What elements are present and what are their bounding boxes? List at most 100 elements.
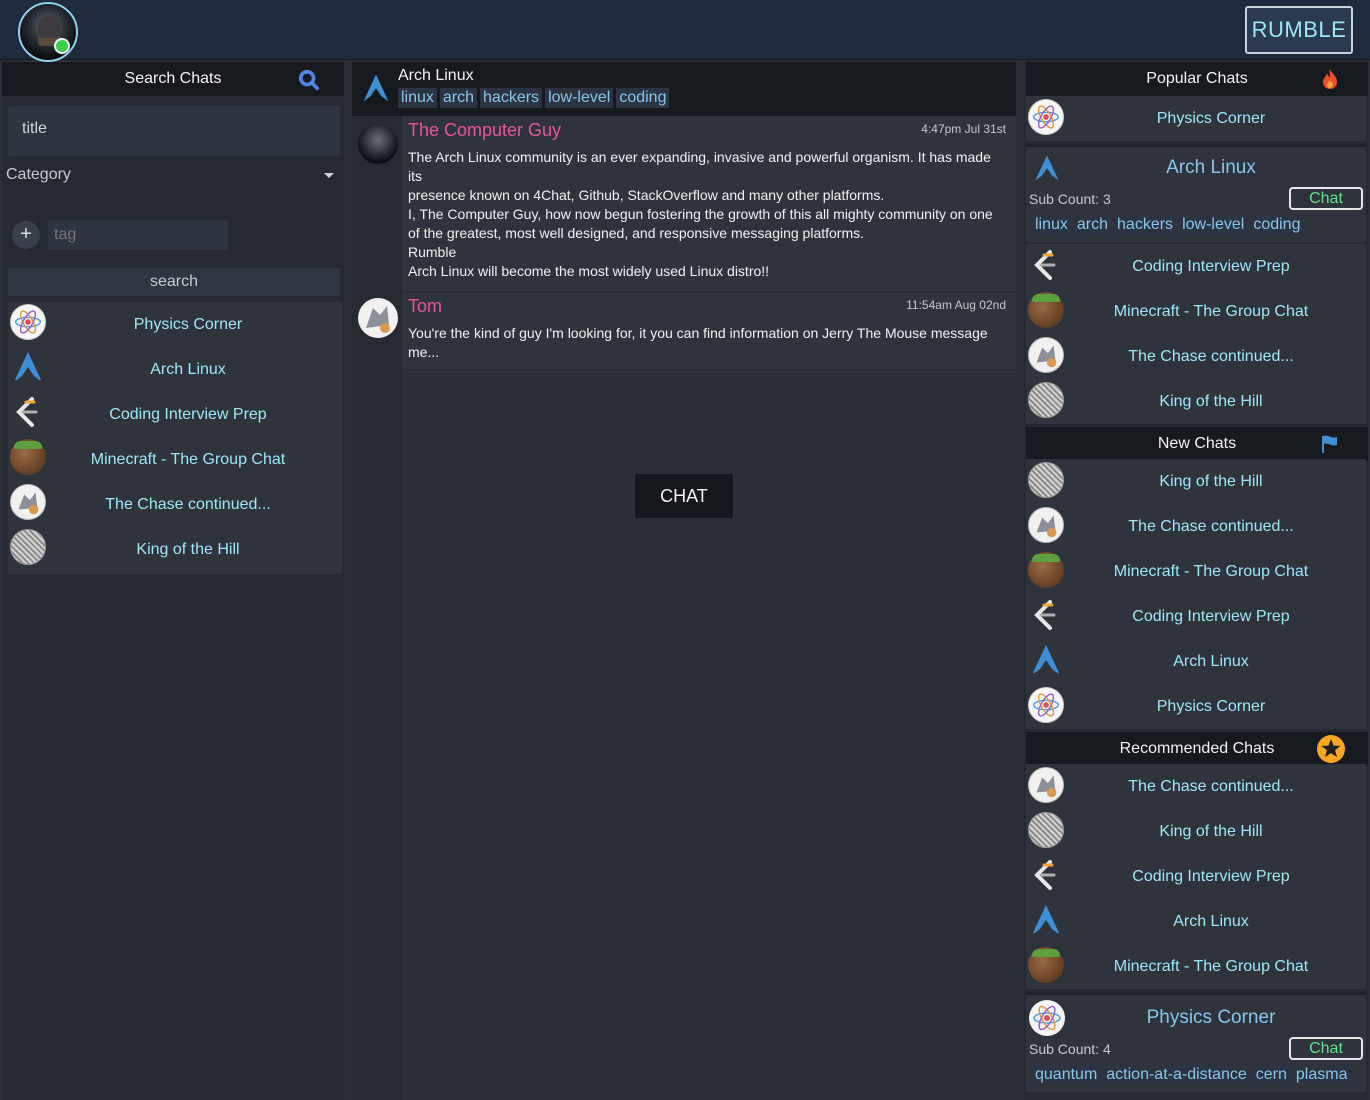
list-item[interactable]: Coding Interview Prep (8, 392, 342, 437)
list-item[interactable]: Arch Linux (1026, 899, 1366, 944)
list-item[interactable]: Minecraft - The Group Chat (1026, 944, 1366, 989)
user-avatar[interactable] (18, 2, 78, 62)
list-item[interactable]: The Chase continued... (8, 482, 342, 527)
tag[interactable]: arch (439, 88, 478, 108)
code-icon (1034, 600, 1056, 630)
search-button[interactable]: search (8, 268, 340, 296)
list-item-label: The Chase continued... (1128, 347, 1294, 365)
top-bar: RUMBLE (0, 0, 1370, 62)
list-item[interactable]: Physics Corner (1026, 684, 1366, 729)
list-item[interactable]: King of the Hill (1026, 379, 1366, 424)
list-item-label: Arch Linux (1173, 652, 1249, 670)
code-icon (1034, 250, 1056, 280)
tag[interactable]: linux (1032, 215, 1071, 235)
list-item[interactable]: Coding Interview Prep (1026, 244, 1366, 289)
search-chats-title: Search Chats (124, 70, 222, 87)
physics-icon (1028, 99, 1064, 135)
message-body: You're the kind of guy I'm looking for, … (408, 325, 988, 360)
tag[interactable]: hackers (480, 88, 543, 108)
list-item[interactable]: The Chase continued... (1026, 334, 1366, 379)
tag[interactable]: low-level (1179, 215, 1248, 235)
discover-panel: Popular Chats Physics Corner Arch Linux … (1024, 62, 1368, 1100)
list-item[interactable]: Arch Linux (8, 347, 342, 392)
fire-icon (1323, 69, 1337, 89)
new-chats-title: New Chats (1157, 435, 1237, 452)
tag[interactable]: hackers (1114, 215, 1177, 235)
list-item-label: The Chase continued... (1128, 517, 1294, 535)
list-item[interactable]: Physics Corner (1026, 96, 1366, 141)
chat-card[interactable]: Arch Linux Sub Count: 3 Chat linux arch … (1026, 144, 1366, 242)
tag[interactable]: plasma (1292, 1065, 1351, 1085)
popular-chats-header: Popular Chats (1026, 62, 1368, 96)
list-item-label: Coding Interview Prep (109, 405, 267, 423)
category-label: Category (6, 166, 71, 183)
tag[interactable]: cern (1252, 1065, 1290, 1085)
code-icon (1034, 860, 1056, 890)
list-item[interactable]: The Chase continued... (1026, 764, 1366, 809)
tag[interactable]: action-at-a-distance (1103, 1065, 1250, 1085)
list-item[interactable]: Coding Interview Prep (1026, 594, 1366, 639)
chat-tags: linux arch hackers low-level coding (398, 88, 670, 108)
list-item-label: The Chase continued... (1128, 777, 1294, 795)
list-item-label: The Chase continued... (105, 495, 271, 513)
sub-count: Sub Count: 4 (1029, 1041, 1111, 1057)
list-item[interactable]: Physics Corner (8, 302, 342, 347)
arch-icon (363, 74, 389, 102)
list-item-label: King of the Hill (1159, 392, 1263, 410)
minecraft-icon (1028, 552, 1064, 588)
tag-input[interactable] (48, 220, 228, 250)
chat-button[interactable]: Chat (1289, 1037, 1363, 1060)
tom-icon (1028, 507, 1064, 543)
new-chats-header: New Chats (1026, 427, 1368, 461)
list-item[interactable]: King of the Hill (8, 527, 342, 572)
list-item[interactable]: Minecraft - The Group Chat (1026, 549, 1366, 594)
online-status-icon (54, 38, 70, 54)
arch-icon (1032, 905, 1060, 935)
tag[interactable]: coding (616, 88, 670, 108)
message-author[interactable]: Tom (408, 296, 442, 317)
message: Tom 11:54am Aug 02nd You're the kind of … (402, 292, 1016, 370)
list-item-label: Minecraft - The Group Chat (1113, 562, 1309, 580)
code-icon (16, 397, 38, 427)
category-select[interactable]: Category (6, 166, 340, 196)
tag[interactable]: linux (398, 88, 437, 108)
tag[interactable]: coding (1250, 215, 1304, 235)
author-avatar[interactable] (358, 124, 398, 164)
list-item[interactable]: Minecraft - The Group Chat (1026, 289, 1366, 334)
rumble-button[interactable]: RUMBLE (1245, 6, 1353, 54)
list-item-label: Physics Corner (1156, 697, 1266, 715)
list-item-label: King of the Hill (136, 540, 240, 558)
message: The Computer Guy 4:47pm Jul 31st The Arc… (402, 116, 1016, 292)
list-item[interactable]: King of the Hill (1026, 809, 1366, 854)
chat-button[interactable]: CHAT (635, 474, 733, 518)
list-item[interactable]: Coding Interview Prep (1026, 854, 1366, 899)
recommended-chats-header: Recommended Chats (1026, 732, 1368, 766)
list-item[interactable]: Arch Linux (1026, 639, 1366, 684)
tag[interactable]: arch (1073, 215, 1112, 235)
title-input[interactable]: title (8, 106, 340, 156)
message-gutter (352, 116, 402, 1100)
sub-count: Sub Count: 3 (1029, 191, 1111, 207)
tom-icon[interactable] (358, 298, 398, 338)
list-item-label: Coding Interview Prep (1132, 867, 1290, 885)
list-item-label: Minecraft - The Group Chat (1113, 957, 1309, 975)
maze-icon (1028, 382, 1064, 418)
search-icon[interactable] (298, 69, 320, 91)
list-item[interactable]: Minecraft - The Group Chat (8, 437, 342, 482)
tag[interactable]: low-level (545, 88, 614, 108)
chat-card[interactable]: Physics Corner Sub Count: 4 Chat quantum… (1026, 992, 1366, 1092)
chat-button[interactable]: Chat (1289, 187, 1363, 210)
message-time: 11:54am Aug 02nd (906, 298, 1006, 312)
list-item[interactable]: King of the Hill (1026, 459, 1366, 504)
search-chats-panel: Search Chats title Category + search Phy… (2, 62, 344, 1100)
card-tags: linux arch hackers low-level coding (1032, 215, 1366, 235)
physics-icon (1028, 687, 1064, 723)
message-author[interactable]: The Computer Guy (408, 120, 561, 141)
message-time: 4:47pm Jul 31st (921, 122, 1006, 136)
chat-title: Arch Linux (398, 67, 474, 84)
list-item-label: Physics Corner (1156, 109, 1266, 127)
list-item[interactable]: The Chase continued... (1026, 504, 1366, 549)
add-tag-button[interactable]: + (12, 221, 40, 249)
tag[interactable]: quantum (1032, 1065, 1101, 1085)
message-body: The Arch Linux community is an ever expa… (408, 149, 993, 279)
